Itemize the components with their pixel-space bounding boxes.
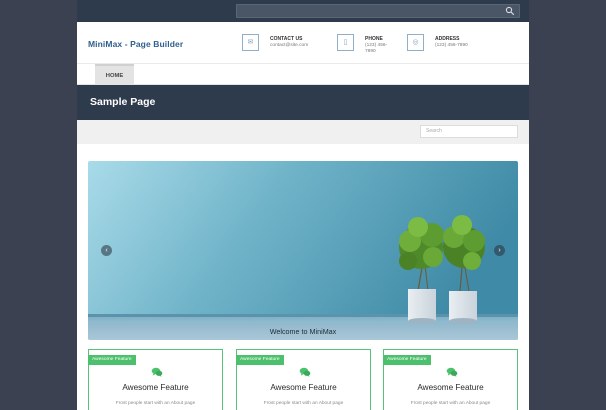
address-text: (123) 456-7890	[435, 43, 468, 48]
slider-next-button[interactable]: ›	[494, 245, 505, 256]
slider-prev-button[interactable]: ‹	[101, 245, 112, 256]
contact-email[interactable]: contact@site.com	[270, 43, 308, 49]
page-title-banner: Sample Page	[77, 85, 529, 120]
feature-badge: Awesome Feature	[383, 355, 431, 365]
feature-text: Frost people start with an About page	[410, 401, 491, 406]
top-bar	[77, 0, 529, 22]
phone-icon: ▯	[337, 34, 354, 51]
phone-title: PHONE	[365, 36, 383, 42]
feature-text: Frost people start with an About page	[263, 401, 344, 406]
contact-title: CONTACT US	[270, 36, 303, 42]
search-icon[interactable]	[505, 6, 515, 16]
top-search-input[interactable]	[236, 4, 520, 18]
email-icon: ✉	[242, 34, 259, 51]
site-header: MiniMax - Page Builder ✉ CONTACT US cont…	[77, 22, 529, 64]
nav-item-home[interactable]: HOME	[95, 64, 134, 85]
search-input[interactable]: Search	[420, 125, 518, 138]
page-title: Sample Page	[90, 96, 156, 108]
phone-block: ▯ PHONE (123) 456- 7890	[337, 34, 397, 54]
image-slider[interactable]: ‹ › Welcome to MiniMax	[88, 161, 518, 340]
main-nav: HOME	[77, 64, 529, 85]
slider-caption: Welcome to MiniMax	[88, 323, 518, 340]
feature-text: Frost people start with an About page	[115, 401, 196, 406]
feature-card[interactable]: Awesome Feature Awesome Feature Frost pe…	[88, 349, 223, 410]
chat-bubbles-icon	[446, 367, 458, 377]
feature-card[interactable]: Awesome Feature Awesome Feature Frost pe…	[236, 349, 371, 410]
address-block: ◎ ADDRESS (123) 456-7890	[407, 34, 487, 54]
feature-card[interactable]: Awesome Feature Awesome Feature Frost pe…	[383, 349, 518, 410]
feature-badge: Awesome Feature	[88, 355, 136, 365]
search-strip: Search	[77, 120, 529, 144]
feature-badge: Awesome Feature	[236, 355, 284, 365]
phone-number-line2: 7890	[365, 49, 376, 54]
page-frame: MiniMax - Page Builder ✉ CONTACT US cont…	[77, 0, 529, 410]
chat-bubbles-icon	[299, 367, 311, 377]
slider-image	[88, 161, 518, 340]
address-title: ADDRESS	[435, 36, 460, 42]
feature-title: Awesome Feature	[417, 383, 484, 392]
feature-title: Awesome Feature	[122, 383, 189, 392]
site-logo[interactable]: MiniMax - Page Builder	[88, 39, 183, 49]
contact-us-block: ✉ CONTACT US contact@site.com	[242, 34, 322, 54]
location-icon: ◎	[407, 34, 424, 51]
feature-title: Awesome Feature	[270, 383, 337, 392]
chat-bubbles-icon	[151, 367, 163, 377]
